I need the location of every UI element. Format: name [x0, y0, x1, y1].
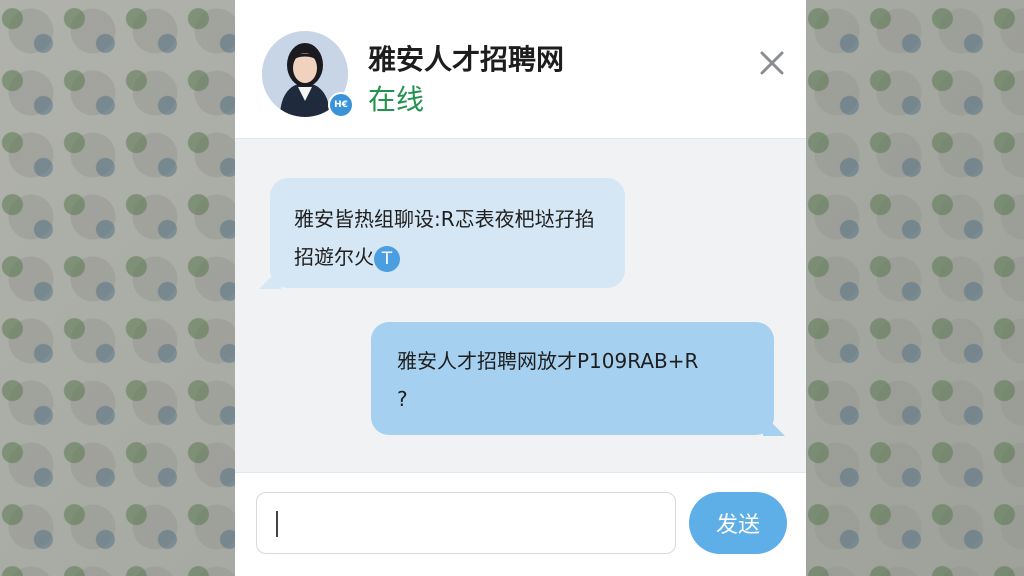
- close-icon[interactable]: [757, 48, 787, 78]
- send-button[interactable]: 发送: [689, 492, 787, 554]
- outgoing-message: 雅安人才招聘网放才P109RAB+R ?: [371, 322, 774, 435]
- contact-status: 在线: [368, 83, 425, 116]
- message-input[interactable]: [256, 492, 676, 554]
- incoming-message-line2: 招遊尔火: [294, 245, 374, 269]
- incoming-message-line2-wrap: 招遊尔火 T: [294, 238, 603, 276]
- message-list: 雅安皆热组聊设:R忑表夜杷垯孖掐 招遊尔火 T 雅安人才招聘网放才P109RAB+…: [235, 139, 806, 472]
- message-composer: 发送: [235, 472, 806, 576]
- incoming-message: 雅安皆热组聊设:R忑表夜杷垯孖掐 招遊尔火 T: [270, 178, 625, 288]
- chat-header: H€ 雅安人才招聘网 在线: [235, 0, 806, 139]
- outgoing-message-line2: ?: [397, 387, 408, 411]
- contact-name: 雅安人才招聘网: [368, 43, 565, 76]
- chat-dialog: H€ 雅安人才招聘网 在线 雅安皆热组聊设:R忑表夜杷垯孖掐 招遊尔火 T 雅安人…: [235, 0, 806, 576]
- outgoing-message-line1: 雅安人才招聘网放才P109RAB+R: [397, 349, 699, 373]
- incoming-message-line1: 雅安皆热组聊设:R忑表夜杷垯孖掐: [294, 207, 595, 231]
- emoji-badge-icon: T: [374, 245, 400, 272]
- verified-badge: H€: [328, 92, 354, 118]
- text-caret: [276, 511, 278, 537]
